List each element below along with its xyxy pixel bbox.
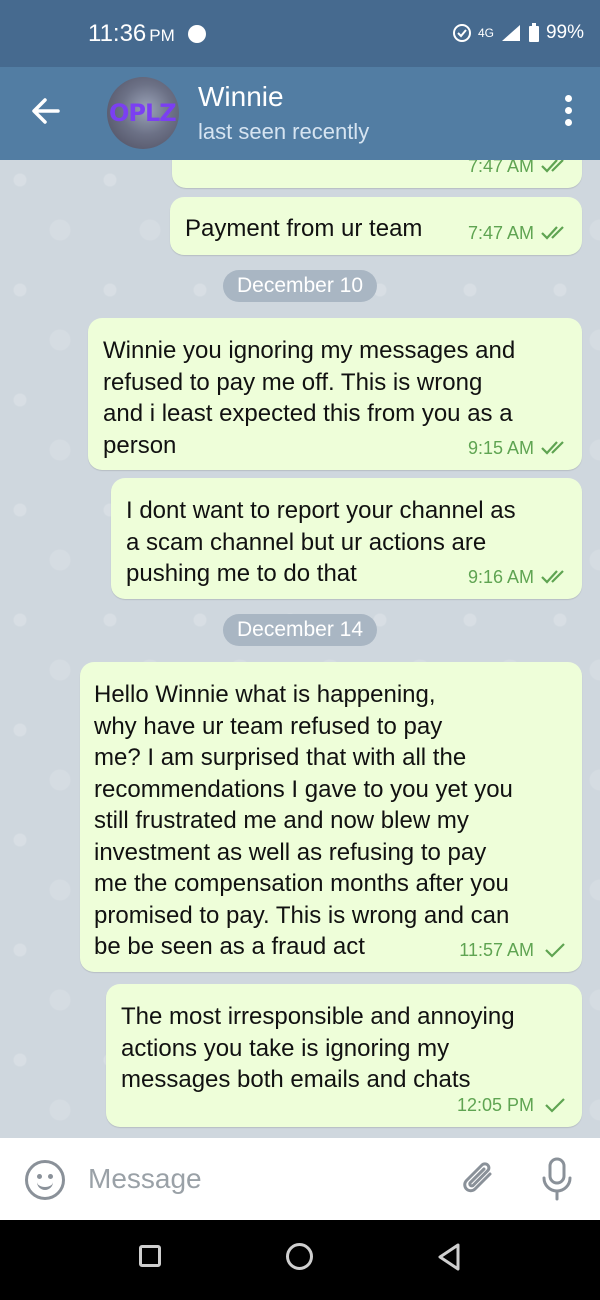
message-input[interactable]: Message (88, 1163, 202, 1195)
message-meta: 9:16 AM (468, 562, 570, 594)
nav-back-icon[interactable] (436, 1242, 462, 1272)
data-saver-icon (452, 24, 471, 42)
chat-header: OPLZ Winnie last seen recently (0, 67, 600, 160)
recents-icon[interactable] (139, 1245, 161, 1267)
message-meta: 12:05 PM (457, 1090, 570, 1122)
message-bubble[interactable]: I dont want to report your channel as a … (111, 478, 582, 599)
message-text: Hello Winnie what is happening, why have… (94, 681, 513, 960)
single-check-icon (545, 943, 565, 958)
notification-dot-icon (188, 25, 206, 43)
message-bubble[interactable]: Hello Winnie what is happening, why have… (80, 662, 582, 972)
message-bubble[interactable]: Winnie you ignoring my messages and refu… (88, 318, 582, 470)
message-bubble[interactable]: Payment from ur team 7:47 AM (170, 197, 582, 255)
microphone-icon[interactable] (540, 1156, 574, 1202)
back-arrow-icon[interactable] (28, 93, 64, 129)
message-meta: 7:47 AM (468, 160, 570, 182)
message-bubble[interactable]: 7:47 AM (172, 160, 582, 188)
message-time: 9:15 AM (467, 437, 534, 458)
message-bubble[interactable]: The most irresponsible and annoying acti… (106, 984, 582, 1127)
status-icons: 4G 99% (452, 22, 584, 44)
status-time: 11:36 PM (88, 20, 175, 47)
avatar-logo: OPLZ (109, 99, 177, 127)
avatar[interactable]: OPLZ (107, 77, 179, 149)
message-time: 7:47 AM (467, 222, 534, 243)
battery-level: 99% (545, 22, 584, 43)
date-divider: December 14 (222, 614, 378, 646)
message-list[interactable]: 7:47 AM Payment from ur team 7:47 AM Dec… (0, 160, 600, 1138)
message-time: 7:47 AM (467, 160, 534, 176)
battery-icon (528, 23, 539, 42)
double-check-icon (541, 226, 564, 240)
contact-name[interactable]: Winnie (198, 81, 284, 113)
attach-icon[interactable] (460, 1158, 500, 1202)
message-time: 12:05 PM (456, 1094, 534, 1115)
message-meta: 7:47 AM (468, 218, 570, 250)
double-check-icon (541, 160, 564, 173)
message-composer: Message (0, 1138, 600, 1220)
single-check-icon (545, 1098, 565, 1113)
emoji-icon[interactable] (25, 1160, 65, 1200)
double-check-icon (541, 570, 564, 584)
system-navigation-bar (0, 1220, 600, 1300)
signal-icon (501, 25, 520, 41)
network-type: 4G (477, 26, 494, 40)
more-options-icon[interactable] (562, 95, 574, 131)
message-time: 9:16 AM (467, 566, 534, 587)
date-divider: December 10 (222, 270, 378, 302)
message-time: 11:57 AM (459, 939, 534, 960)
message-text: The most irresponsible and annoying acti… (121, 1003, 515, 1093)
status-bar: 11:36 PM 4G 99% (0, 0, 600, 67)
last-seen-status: last seen recently (198, 119, 370, 144)
message-meta: 11:57 AM (459, 935, 570, 967)
double-check-icon (541, 441, 564, 455)
home-icon[interactable] (286, 1243, 313, 1270)
message-meta: 9:15 AM (468, 433, 570, 465)
